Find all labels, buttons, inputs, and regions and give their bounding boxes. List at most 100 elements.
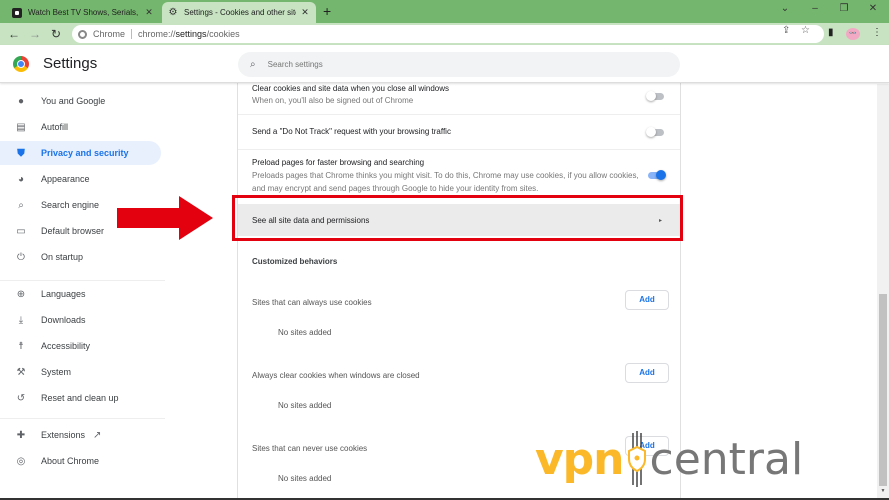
tv-favicon-icon (12, 7, 22, 18)
preload-subtitle: Preloads pages that Chrome thinks you mi… (252, 171, 639, 193)
do-not-track-title: Send a "Do Not Track" request with your … (252, 127, 451, 136)
person-icon: ● (17, 95, 25, 107)
tab-strip: Watch Best TV Shows, Serials, Sp ✕ ⚙ Set… (0, 0, 889, 23)
sidebar-item-autofill[interactable]: ▤ Autofill (0, 115, 161, 139)
sidebar-divider (0, 280, 165, 281)
tab-title: Settings - Cookies and other site (184, 8, 296, 17)
globe-icon: ⊕ (16, 288, 26, 300)
sidebar-item-system[interactable]: ⚒ System (0, 360, 161, 384)
do-not-track-toggle[interactable] (646, 127, 666, 137)
clear-on-close-title: Clear cookies and site data when you clo… (252, 84, 449, 93)
empty-list-text: No sites added (278, 474, 332, 483)
accessibility-icon: ☨ (18, 340, 24, 352)
forward-button[interactable]: → (27, 26, 43, 42)
search-input[interactable] (267, 60, 648, 69)
search-icon: ⌕ (18, 199, 24, 211)
url-path: /cookies (206, 29, 240, 39)
sidebar-item-reset-and-clean-up[interactable]: ↺ Reset and clean up (0, 386, 161, 410)
preload-toggle[interactable] (646, 170, 666, 180)
sidebar-item-accessibility[interactable]: ☨ Accessibility (0, 334, 161, 358)
page-title: Settings (43, 55, 98, 72)
sidebar-item-label: Appearance (41, 174, 90, 184)
add-clear-on-exit-button[interactable]: Add (625, 363, 669, 383)
url-host: settings (175, 29, 207, 39)
empty-list-text: No sites added (278, 401, 332, 410)
always-allow-title: Sites that can always use cookies (252, 298, 372, 307)
browser-toolbar: ← → ↻ Chrome chrome://settings/cookies ⇪… (0, 23, 889, 45)
close-icon[interactable]: ✕ (300, 7, 310, 18)
sidebar-item-you-and-google[interactable]: ● You and Google (0, 89, 161, 113)
close-icon[interactable]: ✕ (144, 7, 154, 18)
tab-search-chevron-icon[interactable]: ⌄ (775, 3, 795, 14)
clear-on-close-toggle[interactable] (646, 91, 666, 101)
window-close-button[interactable]: ✕ (863, 3, 883, 14)
scroll-down-arrow-icon[interactable]: ▼ (879, 488, 887, 494)
power-icon: ⏻ (17, 251, 25, 263)
search-settings-box[interactable]: ⌕ (238, 52, 680, 77)
never-allow-title: Sites that can never use cookies (252, 444, 368, 453)
add-always-allow-button[interactable]: Add (625, 290, 669, 310)
sidebar-item-label: About Chrome (41, 456, 100, 466)
reload-button[interactable]: ↻ (48, 26, 64, 42)
tab-tv-shows[interactable]: Watch Best TV Shows, Serials, Sp ✕ (6, 2, 160, 23)
sidebar-item-languages[interactable]: ⊕ Languages (0, 282, 161, 306)
sidebar-item-downloads[interactable]: ⤓ Downloads (0, 308, 161, 332)
history-icon: ↺ (16, 392, 26, 404)
sidebar-item-on-startup[interactable]: ⏻ On startup (0, 245, 161, 269)
shield-icon: ⛊ (17, 147, 25, 159)
clear-on-close-subtitle: When on, you'll also be signed out of Ch… (252, 96, 414, 105)
sidebar-item-appearance[interactable]: ◕ Appearance (0, 167, 161, 191)
restore-button[interactable]: ❐ (834, 3, 854, 14)
wrench-icon: ⚒ (16, 366, 26, 378)
sidebar-item-label: Privacy and security (41, 148, 129, 158)
settings-header: Settings ⌕ (0, 45, 889, 83)
customized-behaviors-heading: Customized behaviors (252, 257, 338, 266)
external-link-icon: ↗ (93, 429, 102, 441)
gear-icon: ⚙ (168, 7, 178, 18)
sidebar-item-label: Downloads (41, 315, 86, 325)
page-scrollbar[interactable]: ▼ (877, 84, 889, 500)
empty-list-text: No sites added (278, 328, 332, 337)
sidebar-item-label: Default browser (41, 226, 105, 236)
sidebar-item-label: Autofill (41, 122, 69, 132)
bookmark-star-icon[interactable]: ☆ (801, 25, 810, 36)
sidebar-item-label: On startup (41, 252, 84, 262)
tab-title: Watch Best TV Shows, Serials, Sp (28, 8, 140, 17)
watermark-vpn-text: vpn (535, 433, 625, 485)
browser-window: Watch Best TV Shows, Serials, Sp ✕ ⚙ Set… (0, 0, 889, 500)
tab-settings[interactable]: ⚙ Settings - Cookies and other site ✕ (162, 2, 316, 23)
sidebar-item-extensions[interactable]: ✚ Extensions ↗ (0, 423, 161, 447)
browser-window-icon: ▭ (16, 225, 26, 237)
row-divider (238, 149, 680, 150)
sidebar-item-label: Reset and clean up (41, 393, 119, 403)
settings-sidebar: ● You and Google ▤ Autofill ⛊ Privacy an… (0, 84, 165, 500)
address-bar[interactable]: Chrome chrome://settings/cookies (72, 25, 824, 43)
share-icon[interactable]: ⇪ (782, 25, 790, 36)
new-tab-button[interactable]: + (323, 4, 331, 18)
back-button[interactable]: ← (6, 26, 22, 42)
row-divider (238, 114, 680, 115)
chrome-logo-icon (13, 56, 29, 72)
sidebar-item-privacy-and-security[interactable]: ⛊ Privacy and security (0, 141, 161, 165)
sidebar-item-label: Accessibility (41, 341, 91, 351)
preload-title: Preload pages for faster browsing and se… (252, 158, 425, 167)
sidebar-item-about-chrome[interactable]: ◎ About Chrome (0, 449, 161, 473)
sidebar-item-label: Extensions (41, 430, 86, 440)
site-chip: Chrome (93, 29, 133, 39)
sidebar-item-label: System (41, 367, 72, 377)
sidebar-item-label: You and Google (41, 96, 106, 106)
watermark-central-text: central (649, 433, 804, 485)
scrollbar-thumb[interactable] (879, 294, 887, 486)
download-icon: ⤓ (18, 314, 24, 326)
sidebar-divider (0, 418, 165, 419)
vpncentral-watermark: vpn central (535, 428, 855, 490)
kebab-menu-icon[interactable]: ⋮ (872, 27, 882, 38)
search-icon: ⌕ (250, 59, 256, 70)
side-panel-icon[interactable]: ▮ (828, 27, 834, 38)
shield-logo-icon (627, 431, 646, 487)
chrome-icon: ◎ (16, 455, 26, 467)
url-scheme: chrome:// (138, 29, 176, 39)
chrome-site-icon (78, 29, 87, 39)
minimize-button[interactable]: – (805, 3, 825, 14)
profile-avatar[interactable]: 👓 (846, 28, 860, 40)
